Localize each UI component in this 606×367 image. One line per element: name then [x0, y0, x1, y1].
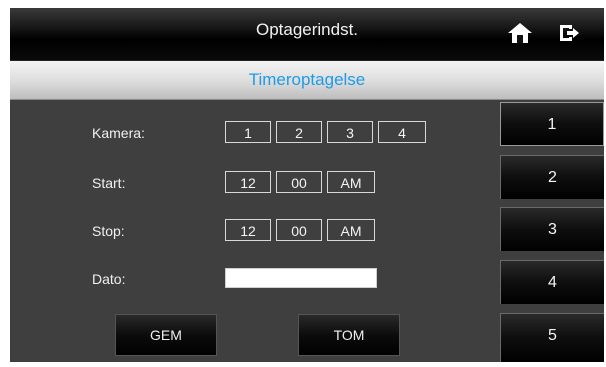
stop-hour-field[interactable]: 12 [225, 219, 271, 241]
camera-label: Kamera: [92, 125, 145, 141]
date-label: Dato: [92, 271, 126, 287]
sidebar-item-5[interactable]: 5 [500, 313, 604, 362]
camera-option-1[interactable]: 1 [225, 121, 271, 143]
start-minute-field[interactable]: 00 [276, 171, 322, 193]
start-hour-field[interactable]: 12 [225, 171, 271, 193]
section-title: Timeroptagelse [248, 70, 366, 89]
save-button[interactable]: GEM [115, 314, 217, 356]
stop-minute-field[interactable]: 00 [276, 219, 322, 241]
camera-option-2[interactable]: 2 [276, 121, 322, 143]
sub-header: Timeroptagelse [10, 61, 604, 100]
device-screen: Optagerindst. Timeroptagelse Kamera: 1 2… [10, 8, 604, 362]
home-icon[interactable] [507, 22, 533, 44]
sidebar-item-3[interactable]: 3 [500, 207, 604, 251]
stop-label: Stop: [92, 223, 125, 239]
sidebar-item-1[interactable]: 1 [500, 102, 604, 146]
sidebar-item-4[interactable]: 4 [500, 260, 604, 304]
camera-option-4[interactable]: 4 [378, 121, 426, 143]
date-field[interactable] [225, 268, 377, 288]
start-label: Start: [92, 175, 126, 191]
start-ampm-field[interactable]: AM [327, 171, 375, 193]
exit-icon[interactable] [558, 23, 580, 43]
stop-ampm-field[interactable]: AM [327, 219, 375, 241]
camera-option-3[interactable]: 3 [327, 121, 373, 143]
title-bar: Optagerindst. [10, 8, 604, 61]
clear-button[interactable]: TOM [298, 314, 400, 356]
sidebar-item-2[interactable]: 2 [500, 155, 604, 199]
